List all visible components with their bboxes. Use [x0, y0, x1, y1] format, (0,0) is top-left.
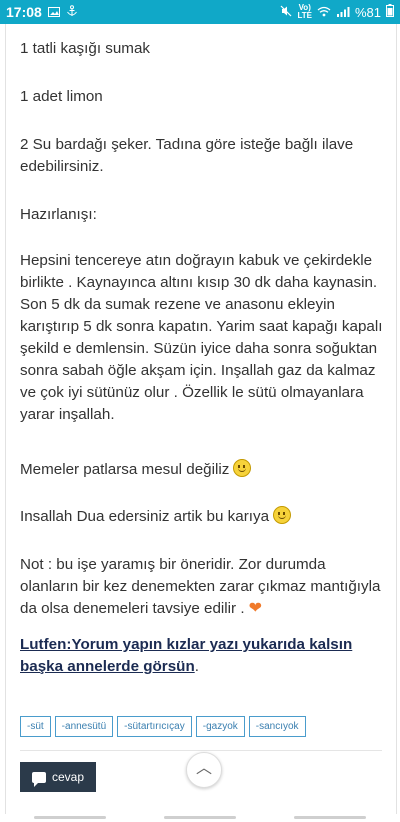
- reply-button[interactable]: cevap: [20, 762, 96, 792]
- preparation-heading: Hazırlanışı:: [20, 206, 97, 223]
- scroll-to-top-button[interactable]: ︿: [186, 752, 222, 788]
- anchor-icon: [66, 4, 78, 20]
- tag-list: -süt -annesütü -sütartırıcıçay -gazyok -…: [20, 716, 306, 737]
- status-time: 17:08: [6, 4, 42, 20]
- post-line: Insallah Dua edersiniz artik bu karıya: [20, 506, 292, 528]
- tag-item[interactable]: -sütartırıcıçay: [117, 716, 192, 737]
- tag-item[interactable]: -süt: [20, 716, 51, 737]
- mute-icon: [280, 5, 292, 20]
- smile-icon: [273, 506, 292, 524]
- smile-icon: [233, 459, 252, 477]
- recipe-line: 2 Su bardağı şeker. Tadına göre isteğe b…: [20, 136, 354, 175]
- tag-item[interactable]: -gazyok: [195, 716, 245, 737]
- post-line: Memeler patlarsa mesul değiliz: [20, 459, 252, 481]
- signal-icon: [336, 5, 350, 20]
- network-type: Vo) LTE: [297, 3, 312, 20]
- preparation-text: Hepsini tencereye atın doğrayın kabuk ve…: [20, 252, 383, 423]
- request-line: Lutfen:Yorum yapın kızlar yazı yukarıda …: [20, 636, 353, 675]
- recipe-line: 1 tatli kaşığı sumak: [20, 40, 150, 57]
- chat-bubble-icon: [31, 771, 46, 787]
- divider: [20, 750, 382, 751]
- system-nav-bar: [0, 814, 400, 822]
- tag-item[interactable]: -sancıyok: [248, 716, 306, 737]
- tag-item[interactable]: -annesütü: [54, 716, 114, 737]
- heart-icon: ❤: [248, 600, 262, 617]
- gallery-icon: [47, 5, 60, 20]
- wifi-icon: [317, 5, 331, 20]
- recipe-line: 1 adet limon: [20, 88, 103, 105]
- nav-home-hint[interactable]: [164, 816, 236, 819]
- post-page: 1 tatli kaşığı sumak 1 adet limon 2 Su b…: [5, 24, 397, 814]
- nav-back-hint[interactable]: [294, 816, 366, 819]
- reply-label: cevap: [51, 770, 85, 784]
- nav-recent-hint[interactable]: [34, 816, 106, 819]
- request-link[interactable]: Lutfen:Yorum yapın kızlar yazı yukarıda …: [20, 636, 352, 675]
- note-text: Not : bu işe yaramış bir öneridir. Zor d…: [20, 556, 381, 617]
- battery-icon: [386, 4, 394, 20]
- status-bar: 17:08 Vo) LTE %81: [0, 0, 400, 24]
- chevron-up-icon: ︿: [195, 760, 212, 777]
- battery-percent: %81: [354, 4, 381, 20]
